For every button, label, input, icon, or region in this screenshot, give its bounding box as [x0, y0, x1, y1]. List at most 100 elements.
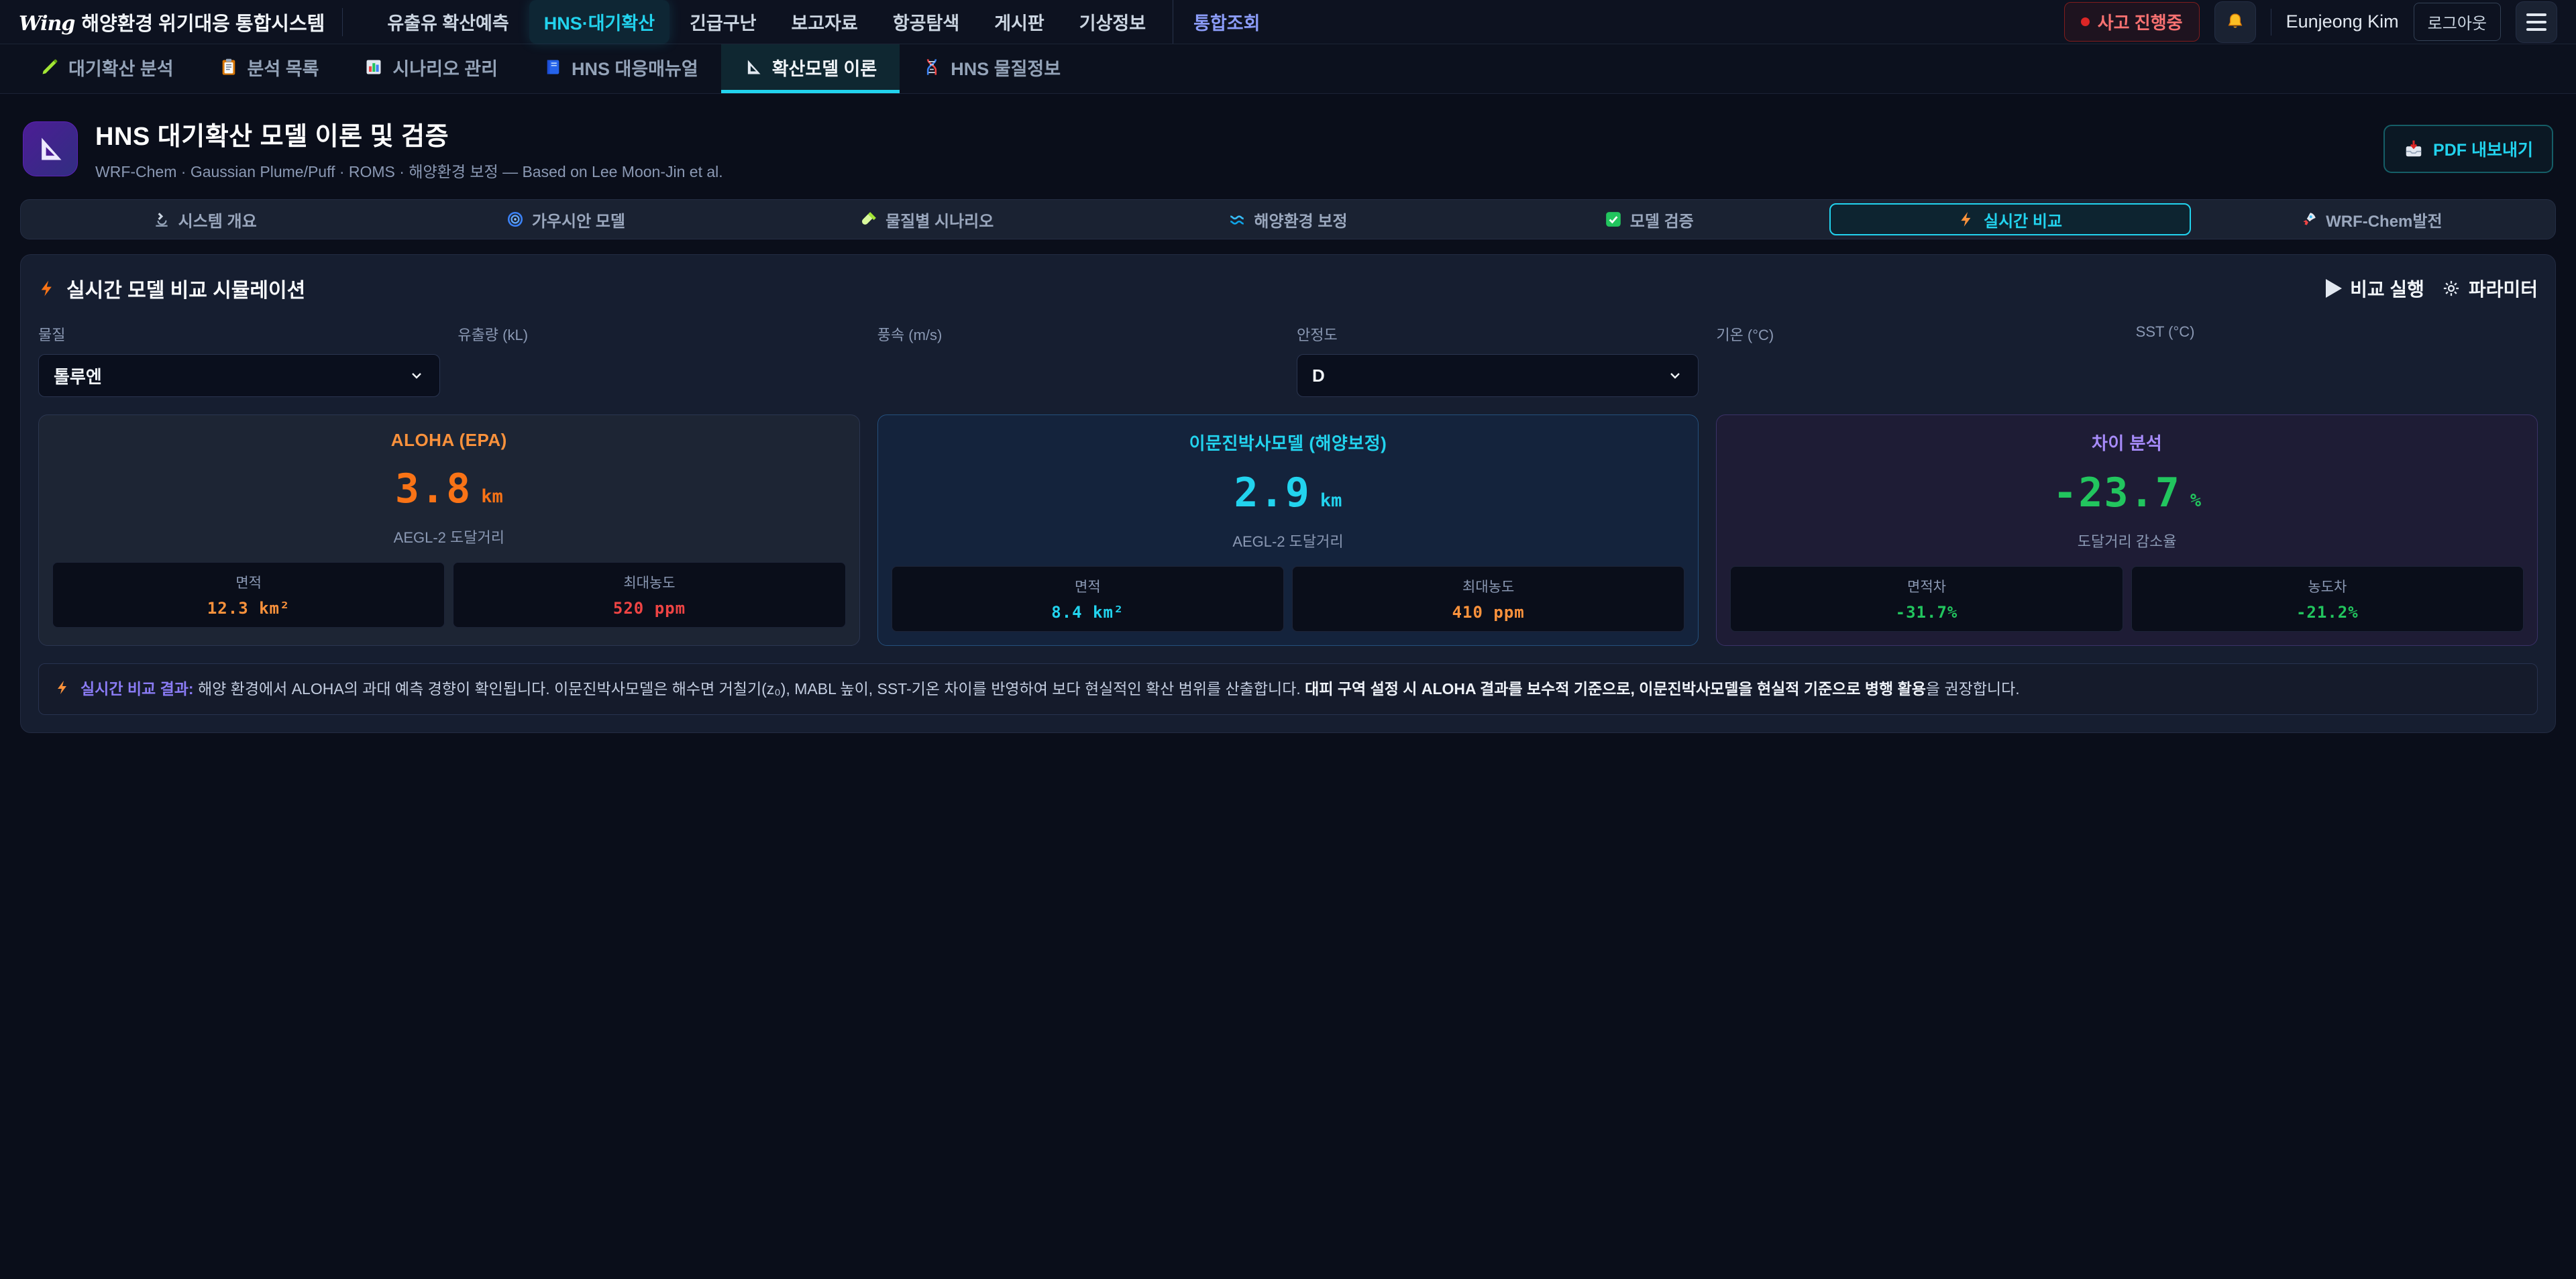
lightning-icon: [55, 679, 71, 696]
metric-area: 면적 12.3 km²: [52, 562, 445, 628]
tab-system-overview[interactable]: 시스템 개요: [24, 203, 385, 235]
subnav-label: HNS 대응매뉴얼: [572, 54, 698, 80]
logout-button[interactable]: 로그아웃: [2414, 3, 2501, 41]
nav-item-hns-dispersion[interactable]: HNS·대기확산: [529, 0, 669, 44]
metric-value: -21.2%: [2139, 603, 2516, 622]
subnav-item-dispersion-model-theory[interactable]: 확산모델 이론: [721, 44, 900, 93]
tab-label: 물질별 시나리오: [885, 208, 994, 231]
stability-select-value: D: [1312, 366, 1325, 386]
run-comparison-button[interactable]: 비교 실행: [2326, 275, 2424, 302]
subnav-item-analysis-list[interactable]: 분석 목록: [197, 44, 342, 93]
triangle-ruler-icon: [744, 58, 763, 76]
test-tube-icon: [860, 211, 877, 228]
nav-item-emergency-rescue[interactable]: 긴급구난: [675, 0, 771, 44]
metric-label: 농도차: [2139, 576, 2516, 596]
field-label: 물질: [38, 323, 440, 345]
metric-value: 8.4 km²: [899, 603, 1277, 622]
nav-item-integrated-search[interactable]: 통합조회: [1173, 0, 1275, 44]
tab-substance-scenarios[interactable]: 물질별 시나리오: [747, 203, 1108, 235]
tab-marine-correction[interactable]: 해양환경 보정: [1108, 203, 1468, 235]
incident-status-badge[interactable]: 사고 진행중: [2064, 2, 2200, 42]
subnav-item-scenario-management[interactable]: 시나리오 관리: [341, 44, 521, 93]
card-unit: km: [1320, 490, 1342, 511]
note-suffix: 을 권장합니다.: [1926, 680, 2020, 698]
metric-value: 520 ppm: [460, 599, 838, 618]
main-menu: 유출유 확산예측 HNS·대기확산 긴급구난 보고자료 항공탐색 게시판 기상정…: [372, 0, 1275, 44]
metric-max-concentration: 최대농도 520 ppm: [453, 562, 845, 628]
note-prefix: 실시간 비교 결과:: [80, 680, 194, 698]
card-value: -23.7: [2053, 469, 2181, 516]
simulation-controls: 물질 톨루엔 유출량 (kL) 풍속 (m/s) 안정도 D 기온 (°C) S…: [38, 323, 2538, 397]
logo-wordmark: Wing: [19, 12, 74, 36]
field-label: 유출량 (kL): [458, 323, 859, 345]
download-tray-icon: [2404, 139, 2424, 159]
nav-item-reports[interactable]: 보고자료: [776, 0, 872, 44]
app-logo[interactable]: Wing 해양환경 위기대응 통합시스템: [19, 8, 343, 36]
tab-model-validation[interactable]: 모델 검증: [1468, 203, 1829, 235]
field-sst: SST (°C): [2136, 323, 2538, 397]
tab-gaussian-model[interactable]: 가우시안 모델: [385, 203, 746, 235]
subnav-item-hns-manual[interactable]: HNS 대응매뉴얼: [521, 44, 721, 93]
nav-item-aerial-search[interactable]: 항공탐색: [878, 0, 974, 44]
card-title: ALOHA (EPA): [52, 430, 846, 451]
chevron-down-icon: [409, 368, 425, 384]
field-label: 풍속 (m/s): [877, 323, 1279, 345]
page-title: HNS 대기확산 모델 이론 및 검증: [95, 115, 723, 152]
subnav-item-dispersion-analysis[interactable]: 대기확산 분석: [17, 44, 197, 93]
hamburger-icon: [2526, 13, 2546, 31]
chevron-down-icon: [1667, 368, 1683, 384]
gear-icon: [2442, 279, 2461, 298]
substance-select[interactable]: 톨루엔: [38, 354, 440, 397]
tab-label: WRF-Chem발전: [2326, 208, 2442, 231]
field-wind-speed: 풍속 (m/s): [877, 323, 1279, 397]
tab-wrf-chem[interactable]: WRF-Chem발전: [2191, 203, 2552, 235]
metric-concentration-difference: 농도차 -21.2%: [2131, 566, 2524, 632]
metric-value: 12.3 km²: [60, 599, 437, 618]
panel-title: 실시간 모델 비교 시뮬레이션: [38, 274, 305, 303]
field-label: 기온 (°C): [1716, 323, 2118, 345]
metric-max-concentration: 최대농도 410 ppm: [1292, 566, 1684, 632]
subnav-item-hns-substance-info[interactable]: HNS 물질정보: [900, 44, 1083, 93]
metric-area-difference: 면적차 -31.7%: [1730, 566, 2123, 632]
card-title: 차이 분석: [1730, 430, 2524, 455]
incident-badge-label: 사고 진행중: [2098, 9, 2183, 34]
subnav-label: 대기확산 분석: [68, 54, 174, 80]
parameters-button[interactable]: 파라미터: [2442, 275, 2538, 302]
realtime-comparison-panel: 실시간 모델 비교 시뮬레이션 비교 실행 파라미터 물질 톨루엔 유: [20, 254, 2556, 733]
subnav-label: 확산모델 이론: [772, 54, 877, 80]
topnav-right-controls: 사고 진행중 Eunjeong Kim 로그아웃: [2064, 1, 2557, 43]
pen-icon: [40, 58, 59, 76]
pdf-export-button[interactable]: PDF 내보내기: [2383, 125, 2553, 173]
triangle-ruler-icon: [36, 134, 65, 164]
nav-item-board[interactable]: 게시판: [979, 0, 1059, 44]
rocket-icon: [2300, 211, 2318, 228]
tab-realtime-comparison[interactable]: 실시간 비교: [1829, 203, 2190, 235]
user-name: Eunjeong Kim: [2286, 11, 2399, 32]
run-comparison-label: 비교 실행: [2350, 275, 2424, 302]
metric-area: 면적 8.4 km²: [892, 566, 1284, 632]
card-value: 3.8: [395, 465, 472, 512]
metric-value: 410 ppm: [1299, 603, 1677, 622]
notifications-button[interactable]: [2214, 1, 2256, 43]
sub-navigation: 대기확산 분석 분석 목록 시나리오 관리 HNS 대응매뉴얼 확산모델 이론 …: [0, 44, 2576, 94]
lightning-icon: [1958, 211, 1976, 228]
check-icon: [1605, 211, 1622, 228]
note-body: 해양 환경에서 ALOHA의 과대 예측 경향이 확인됩니다. 이문진박사모델은…: [194, 680, 1305, 698]
aloha-result-card: ALOHA (EPA) 3.8 km AEGL-2 도달거리 면적 12.3 k…: [38, 414, 860, 646]
menu-button[interactable]: [2516, 1, 2557, 43]
stability-select[interactable]: D: [1297, 354, 1699, 397]
card-title: 이문진박사모델 (해양보정): [892, 430, 1685, 455]
nav-item-oil-spill[interactable]: 유출유 확산예측: [372, 0, 523, 44]
substance-select-value: 톨루엔: [54, 364, 102, 388]
card-value: 2.9: [1234, 469, 1311, 516]
field-spill-volume: 유출량 (kL): [458, 323, 859, 397]
field-label: 안정도: [1297, 323, 1699, 345]
wave-icon: [1228, 211, 1246, 228]
subnav-label: 시나리오 관리: [392, 54, 498, 80]
card-unit: km: [481, 486, 503, 507]
tab-label: 해양환경 보정: [1254, 208, 1347, 231]
tab-label: 모델 검증: [1630, 208, 1694, 231]
tab-label: 실시간 비교: [1984, 208, 2062, 231]
nav-item-weather[interactable]: 기상정보: [1065, 0, 1161, 44]
play-icon: [2326, 279, 2342, 298]
